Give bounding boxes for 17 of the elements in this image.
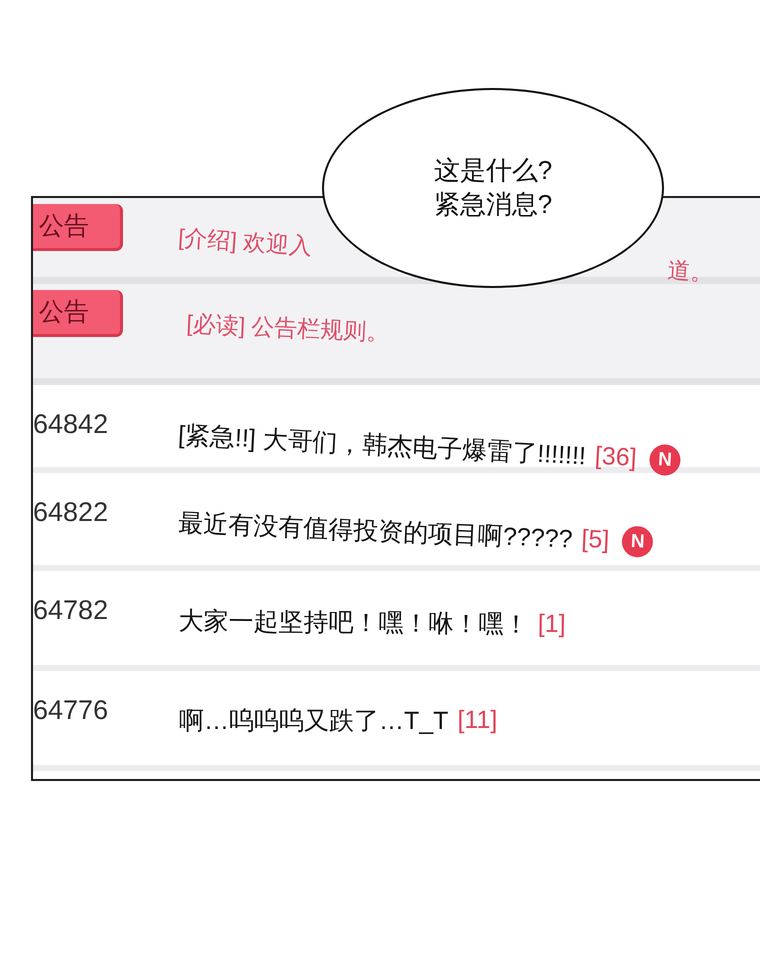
comment-count: [36]	[594, 442, 638, 473]
new-badge: N	[622, 526, 654, 558]
comment-count: [11]	[457, 706, 498, 735]
notice-tag: 公告	[33, 204, 123, 251]
notice-tag: 公告	[33, 290, 123, 337]
post-number: 64842	[33, 408, 108, 440]
post-title[interactable]: 大家一起坚持吧！嘿！咻！嘿！	[178, 604, 529, 641]
post-number: 64782	[33, 594, 108, 626]
comment-count: [1]	[538, 610, 566, 640]
new-badge: N	[648, 444, 682, 476]
post-number: 64776	[33, 694, 108, 726]
post-title[interactable]: [紧急!!] 大哥们，韩杰电子爆雷了!!!!!!!	[177, 418, 587, 472]
comment-count: [5]	[580, 524, 610, 556]
post-number: 64822	[33, 496, 108, 528]
speech-text: 这是什么? 紧急消息?	[434, 154, 552, 221]
post-title[interactable]: 最近有没有值得投资的项目啊?????	[178, 506, 574, 556]
post-title[interactable]: 啊…呜呜呜又跌了…T_T	[179, 704, 448, 737]
